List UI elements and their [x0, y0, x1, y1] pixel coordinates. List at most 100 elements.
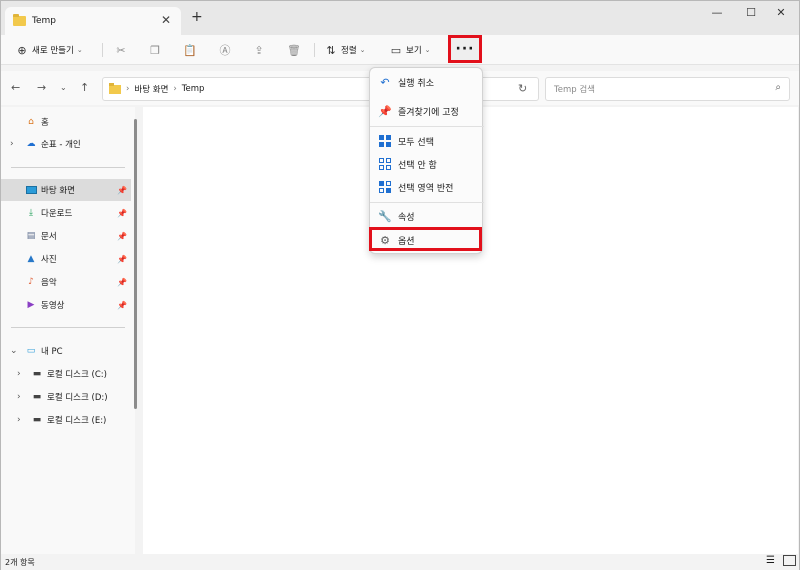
- maximize-button[interactable]: ☐: [736, 3, 766, 21]
- minimize-button[interactable]: —: [702, 3, 732, 21]
- rename-button[interactable]: Ⓐ: [218, 41, 232, 59]
- sidebar-item-music[interactable]: ♪ 음악 📌: [1, 271, 131, 293]
- sidebar-item-onedrive[interactable]: › ☁ 순표 - 개인: [1, 133, 131, 155]
- back-arrow-icon[interactable]: ←: [11, 81, 20, 94]
- chevron-down-icon: ⌄: [424, 46, 431, 54]
- sidebar-item-pictures[interactable]: ▲ 사진 📌: [1, 248, 131, 270]
- paste-button[interactable]: 📋: [183, 41, 197, 59]
- pin-icon[interactable]: 📌: [117, 278, 127, 287]
- sidebar-item-documents[interactable]: ▤ 문서 📌: [1, 225, 131, 247]
- sidebar-divider: [11, 327, 125, 328]
- desktop-icon: [25, 185, 37, 196]
- forward-arrow-icon[interactable]: →: [37, 81, 46, 94]
- sort-button-label: 정렬: [341, 46, 357, 56]
- pin-icon[interactable]: 📌: [117, 186, 127, 195]
- view-icon: ▭: [390, 43, 402, 57]
- sidebar-item-label: 로컬 디스크 (E:): [47, 416, 107, 426]
- tab-temp[interactable]: Temp ✕: [5, 7, 181, 35]
- drive-icon: ▬: [32, 415, 42, 425]
- details-view-icon[interactable]: ☰: [766, 555, 779, 566]
- search-placeholder: Temp 검색: [554, 85, 595, 95]
- sidebar-item-label: 다운로드: [41, 209, 73, 219]
- pin-icon: 📌: [378, 104, 392, 118]
- navigation-pane: ⌂ 홈 › ☁ 순표 - 개인 바탕 화면 📌 ⤓ 다운로드 📌 ▤ 문서 📌 …: [1, 107, 135, 555]
- refresh-icon[interactable]: ↻: [518, 82, 527, 95]
- menu-item-label: 속성: [398, 212, 415, 223]
- sidebar-scrollbar[interactable]: [134, 119, 137, 409]
- sidebar-item-this-pc[interactable]: ⌄ ▭ 내 PC: [1, 340, 131, 362]
- options-highlight-box: [369, 227, 482, 251]
- menu-item-pin-quick-access[interactable]: 📌 즐겨찾기에 고정: [374, 101, 480, 121]
- close-window-button[interactable]: ✕: [766, 3, 796, 21]
- recent-chevron-icon[interactable]: ⌄: [60, 83, 67, 92]
- view-button[interactable]: ▭ 보기 ⌄: [389, 41, 431, 59]
- chevron-right-icon[interactable]: ›: [17, 415, 21, 425]
- delete-button[interactable]: 🗑: [287, 41, 301, 59]
- breadcrumb-separator: ›: [126, 84, 130, 94]
- document-icon: ▤: [26, 231, 36, 241]
- chevron-right-icon[interactable]: ›: [17, 369, 21, 379]
- status-bar: 2개 항목: [1, 554, 799, 570]
- tiles-view-icon[interactable]: [783, 555, 796, 566]
- sidebar-item-label: 순표 - 개인: [41, 140, 81, 150]
- sort-button[interactable]: ⇅ 정렬 ⌄: [324, 41, 366, 59]
- menu-item-label: 선택 영역 반전: [398, 183, 454, 194]
- pin-icon[interactable]: 📌: [117, 255, 127, 264]
- sidebar-item-downloads[interactable]: ⤓ 다운로드 📌: [1, 202, 131, 224]
- chevron-down-icon[interactable]: ⌄: [10, 346, 18, 356]
- menu-item-undo[interactable]: ↶ 실행 취소: [374, 72, 480, 92]
- copy-button[interactable]: ❐: [148, 41, 162, 59]
- new-button[interactable]: ⊕ 새로 만들기 ⌄: [15, 41, 83, 59]
- chevron-down-icon: ⌄: [359, 46, 366, 54]
- share-icon: ⇪: [254, 43, 264, 57]
- menu-item-invert-selection[interactable]: 선택 영역 반전: [374, 177, 480, 197]
- chevron-right-icon[interactable]: ›: [10, 139, 14, 149]
- select-none-icon: [378, 157, 392, 171]
- chevron-down-icon: ⌄: [76, 46, 83, 54]
- new-button-label: 새로 만들기: [32, 46, 74, 56]
- menu-item-select-none[interactable]: 선택 안 함: [374, 154, 480, 174]
- menu-item-label: 즐겨찾기에 고정: [398, 107, 459, 118]
- up-arrow-icon[interactable]: ↑: [80, 81, 89, 94]
- command-bar: ⊕ 새로 만들기 ⌄ ✂ ❐ 📋 Ⓐ ⇪ 🗑 ⇅ 정렬 ⌄ ▭ 보기 ⌄: [1, 35, 799, 65]
- close-tab-button[interactable]: ✕: [161, 13, 171, 27]
- sidebar-item-videos[interactable]: ▶ 동영상 📌: [1, 294, 131, 316]
- menu-item-label: 선택 안 함: [398, 160, 437, 171]
- view-button-label: 보기: [406, 46, 422, 56]
- breadcrumb-temp[interactable]: Temp: [182, 84, 205, 94]
- title-bar: Temp ✕ + — ☐ ✕: [1, 1, 799, 35]
- item-count: 2개 항목: [5, 557, 35, 567]
- copy-icon: ❐: [150, 43, 160, 57]
- sidebar-item-drive-c[interactable]: › ▬ 로컬 디스크 (C:): [1, 363, 131, 385]
- see-more-button[interactable]: ···: [448, 35, 482, 63]
- chevron-right-icon[interactable]: ›: [17, 392, 21, 402]
- sidebar-item-drive-d[interactable]: › ▬ 로컬 디스크 (D:): [1, 386, 131, 408]
- sidebar-item-drive-e[interactable]: › ▬ 로컬 디스크 (E:): [1, 409, 131, 431]
- sidebar-item-desktop[interactable]: 바탕 화면 📌: [1, 179, 131, 201]
- new-tab-button[interactable]: +: [191, 9, 203, 25]
- sidebar-item-label: 홈: [41, 118, 49, 128]
- search-icon: ⌕: [775, 82, 781, 93]
- pin-icon[interactable]: 📌: [117, 209, 127, 218]
- search-input[interactable]: Temp 검색 ⌕: [545, 77, 790, 101]
- menu-item-label: 실행 취소: [398, 78, 434, 89]
- menu-item-select-all[interactable]: 모두 선택: [374, 131, 480, 151]
- pin-icon[interactable]: 📌: [117, 301, 127, 310]
- sidebar-item-label: 로컬 디스크 (C:): [47, 370, 107, 380]
- share-button[interactable]: ⇪: [252, 41, 266, 59]
- undo-icon: ↶: [380, 75, 390, 89]
- sidebar-item-label: 사진: [41, 255, 57, 265]
- cut-button[interactable]: ✂: [114, 41, 128, 59]
- sidebar-divider: [11, 167, 125, 168]
- music-icon: ♪: [28, 277, 34, 287]
- folder-icon: [13, 14, 26, 26]
- sidebar-item-home[interactable]: ⌂ 홈: [1, 111, 131, 133]
- cut-icon: ✂: [116, 43, 126, 57]
- pin-icon[interactable]: 📌: [117, 232, 127, 241]
- menu-item-properties[interactable]: 🔧 속성: [374, 206, 480, 226]
- sidebar-item-label: 동영상: [41, 301, 65, 311]
- sort-icon: ⇅: [326, 43, 336, 57]
- home-icon: ⌂: [28, 117, 34, 127]
- trash-icon: 🗑: [287, 43, 301, 57]
- breadcrumb-desktop[interactable]: 바탕 화면: [134, 83, 168, 95]
